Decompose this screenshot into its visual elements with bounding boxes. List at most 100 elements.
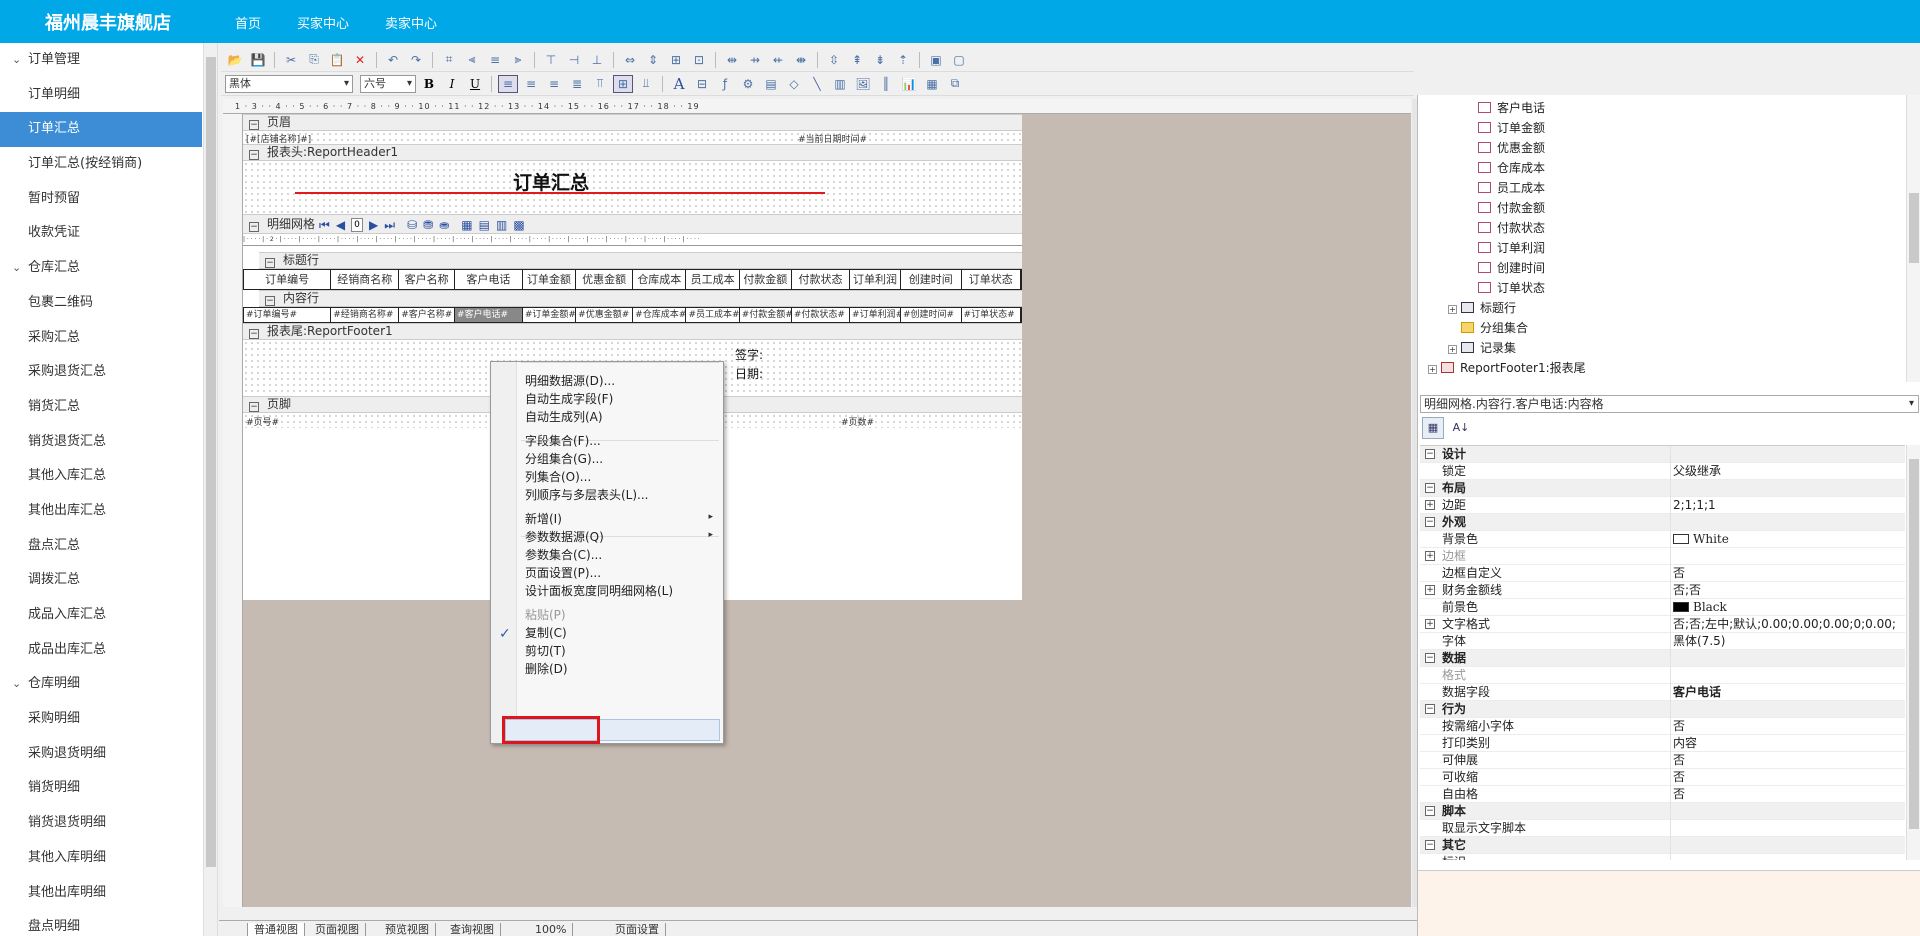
h-spacing-increase-icon[interactable]: ⇸ (745, 51, 765, 69)
context-menu-item[interactable]: 设计面板宽度同明细网格(L) (525, 582, 673, 599)
text-valign-top-icon[interactable]: ⫪ (590, 75, 610, 93)
collapse-icon[interactable]: − (1425, 483, 1435, 493)
property-category[interactable]: − 数据 (1420, 650, 1905, 667)
grid-field-icon[interactable]: ⛁ (407, 216, 417, 234)
page-number-field[interactable]: #页号# (246, 415, 279, 428)
tree-node[interactable]: 订单金额 (1478, 119, 1545, 136)
property-value[interactable]: 黑体(7.5) (1673, 633, 1905, 649)
collapse-icon[interactable]: − (1425, 704, 1435, 714)
context-menu-item[interactable]: 列顺序与多层表头(L)... (525, 486, 649, 503)
tab-preview-view[interactable]: 预览视图 (379, 923, 436, 936)
sidebar-item[interactable]: 成品入库汇总 (0, 598, 202, 633)
sidebar-item[interactable]: 采购退货汇总 (0, 355, 202, 390)
categorized-view-button[interactable]: ▦ (1422, 417, 1444, 439)
zoom-select[interactable]: 100% (529, 923, 574, 936)
redo-icon[interactable]: ↷ (406, 51, 426, 69)
property-row[interactable]: 取显示文字脚本 (1420, 820, 1905, 837)
sidebar-item[interactable]: 订单汇总(按经销商) (0, 147, 202, 182)
barcode-icon[interactable]: ║ (876, 75, 896, 93)
next-page-icon[interactable]: ▶ (369, 216, 378, 234)
tree-node[interactable]: 订单状态 (1478, 279, 1545, 296)
v-spacing-equal-icon[interactable]: ⇳ (824, 51, 844, 69)
system-var-icon[interactable]: ⚙ (738, 75, 758, 93)
select-all-icon[interactable]: ⌗ (439, 51, 459, 69)
context-menu-item[interactable]: 复制(C) (525, 624, 567, 641)
chart-icon[interactable]: 📊 (899, 75, 919, 93)
property-value[interactable]: 否 (1673, 752, 1905, 768)
sidebar-item[interactable]: 订单明细 (0, 78, 202, 113)
property-row[interactable]: 标识 (1420, 854, 1905, 860)
font-name-select[interactable]: 黑体 (225, 74, 353, 93)
tree-node[interactable]: 仓库成本 (1478, 159, 1545, 176)
v-spacing-decrease-icon[interactable]: ⇟ (870, 51, 890, 69)
page-header-area[interactable]: [#[店铺名称]#] #当前日期时间# (243, 131, 1022, 145)
sidebar-item[interactable]: 销货汇总 (0, 390, 202, 425)
free-grid-icon[interactable]: ⧉ (945, 75, 965, 93)
context-menu-item[interactable]: 页面设置(P)... (525, 564, 601, 581)
property-value[interactable]: 否 (1673, 718, 1905, 734)
grid-column-header[interactable]: 优惠金额 (576, 270, 634, 289)
open-icon[interactable]: 📂 (225, 51, 245, 69)
collapse-toggle-icon[interactable]: − (249, 329, 259, 339)
copy-icon[interactable]: ⎘ (304, 51, 324, 69)
sign-label[interactable]: 签字: (735, 346, 763, 363)
title-row-band[interactable]: − 标题行 (259, 252, 1022, 269)
sidebar-group[interactable]: ⌄ 订单管理 (0, 43, 202, 78)
context-menu-item[interactable]: 剪切(T) (525, 642, 566, 659)
collapse-toggle-icon[interactable]: − (249, 150, 259, 160)
grid-content-cell[interactable]: #经销商名称# (331, 308, 400, 322)
context-menu-item[interactable]: 字段集合(F)... (525, 432, 601, 449)
sidebar-group[interactable]: ⌄ 仓库明细 (0, 667, 202, 702)
sidebar-item[interactable]: 其他出库汇总 (0, 494, 202, 529)
bold-button[interactable]: B (419, 75, 439, 93)
tab-normal-view[interactable]: 普通视图 (247, 923, 305, 936)
property-value[interactable]: 否;否;左中;默认;0.00;0.00;0.00;0;0.00; (1673, 616, 1905, 632)
sidebar-item[interactable]: 其他入库汇总 (0, 459, 202, 494)
context-menu-item[interactable]: 明细数据源(D)... (525, 372, 615, 389)
property-row[interactable]: 打印类别 内容 (1420, 735, 1905, 752)
sidebar-item[interactable]: 暂时预留 (0, 182, 202, 217)
collapse-toggle-icon[interactable]: − (265, 258, 275, 268)
context-menu-item[interactable]: 自动生成字段(F) (525, 390, 613, 407)
property-scrollbar[interactable] (1906, 445, 1920, 860)
property-scroll-thumb[interactable] (1909, 459, 1919, 829)
property-value[interactable]: 否 (1673, 769, 1905, 785)
grid-content-cell[interactable]: #订单利润# (850, 308, 901, 322)
tree-node[interactable]: + 记录集 (1448, 339, 1516, 356)
detail-grid-band[interactable]: − 明细网格 ⏮ ◀ 0 ▶ ⏭ ⛁ ⛃ ⛂ ▦ ▤ ▥ ▩ (243, 214, 1022, 234)
tree-scrollbar[interactable] (1906, 95, 1920, 382)
design-canvas[interactable]: 1 · 3 · · 4 · · 5 · · 6 · · 7 · · 8 · · … (223, 99, 1411, 907)
first-page-icon[interactable]: ⏮ (319, 216, 330, 234)
collapse-toggle-icon[interactable]: − (249, 222, 259, 232)
property-row[interactable]: 数据字段 客户电话 (1420, 684, 1905, 701)
tree-node[interactable]: 创建时间 (1478, 259, 1545, 276)
grid-column-header[interactable]: 订单状态 (962, 270, 1021, 289)
alphabetical-view-button[interactable]: A↓ (1450, 417, 1472, 439)
expand-icon[interactable]: + (1448, 305, 1457, 314)
sidebar-group[interactable]: ⌄ 仓库汇总 (0, 251, 202, 286)
h-spacing-remove-icon[interactable]: ⇼ (791, 51, 811, 69)
property-row[interactable]: 可收缩 否 (1420, 769, 1905, 786)
grid-content-cell[interactable]: #付款金额# (740, 308, 792, 322)
same-width-icon[interactable]: ⇔ (620, 51, 640, 69)
tree-node[interactable]: 优惠金额 (1478, 139, 1545, 156)
tree-node[interactable]: + 标题行 (1448, 299, 1516, 316)
expand-icon[interactable]: + (1425, 619, 1435, 629)
bring-front-icon[interactable]: ▣ (926, 51, 946, 69)
grid-content-cell[interactable]: #付款状态# (792, 308, 851, 322)
collapse-toggle-icon[interactable]: − (265, 296, 275, 306)
property-value[interactable]: 内容 (1673, 735, 1905, 751)
grid-column-header[interactable]: 客户电话 (455, 270, 523, 289)
context-menu-item[interactable]: 新增(I) (525, 510, 562, 527)
sidebar-item[interactable]: 采购汇总 (0, 321, 202, 356)
date-label[interactable]: 日期: (735, 365, 763, 382)
collapse-toggle-icon[interactable]: − (249, 120, 259, 130)
object-selector[interactable]: 明细网格.内容行.客户电话:内容格 (1420, 395, 1919, 413)
property-row[interactable]: 边框自定义 否 (1420, 565, 1905, 582)
paste-icon[interactable]: 📋 (327, 51, 347, 69)
field-box-icon[interactable]: ⊟ (692, 75, 712, 93)
grid-column-header[interactable]: 仓库成本 (633, 270, 687, 289)
property-category[interactable]: − 外观 (1420, 514, 1905, 531)
context-menu-item[interactable]: 参数集合(C)... (525, 546, 602, 563)
grid-group-icon[interactable]: ⛃ (423, 216, 433, 234)
